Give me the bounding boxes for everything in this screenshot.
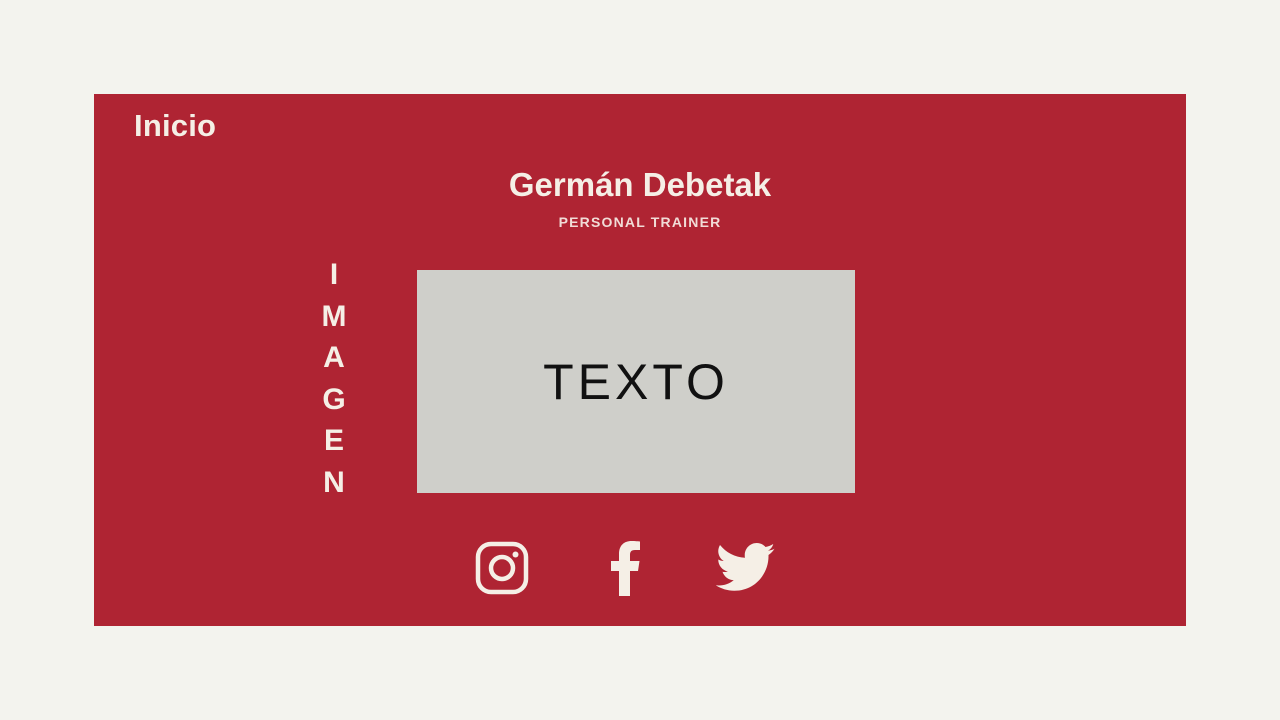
facebook-icon — [611, 541, 640, 596]
facebook-link[interactable] — [594, 536, 658, 600]
profile-role: PERSONAL TRAINER — [558, 214, 722, 230]
nav-home-link[interactable]: Inicio — [134, 108, 216, 144]
instagram-link[interactable] — [470, 536, 534, 600]
text-placeholder-box: TEXTO — [417, 270, 855, 493]
profile-name: Germán Debetak — [508, 166, 772, 203]
profile-card: Inicio Germán Debetak PERSONAL TRAINER I… — [94, 94, 1186, 626]
instagram-icon — [475, 541, 529, 595]
image-placeholder-letter: I — [329, 258, 339, 291]
image-placeholder: I M A G E N — [310, 254, 358, 503]
twitter-link[interactable] — [714, 536, 778, 600]
image-placeholder-letter: M — [321, 299, 347, 333]
image-placeholder-letter: E — [323, 424, 344, 457]
twitter-icon — [716, 543, 775, 591]
image-placeholder-letter: N — [323, 465, 345, 499]
image-placeholder-letter: G — [322, 382, 346, 416]
text-placeholder-label: TEXTO — [543, 353, 729, 410]
image-placeholder-letter: A — [323, 341, 345, 374]
